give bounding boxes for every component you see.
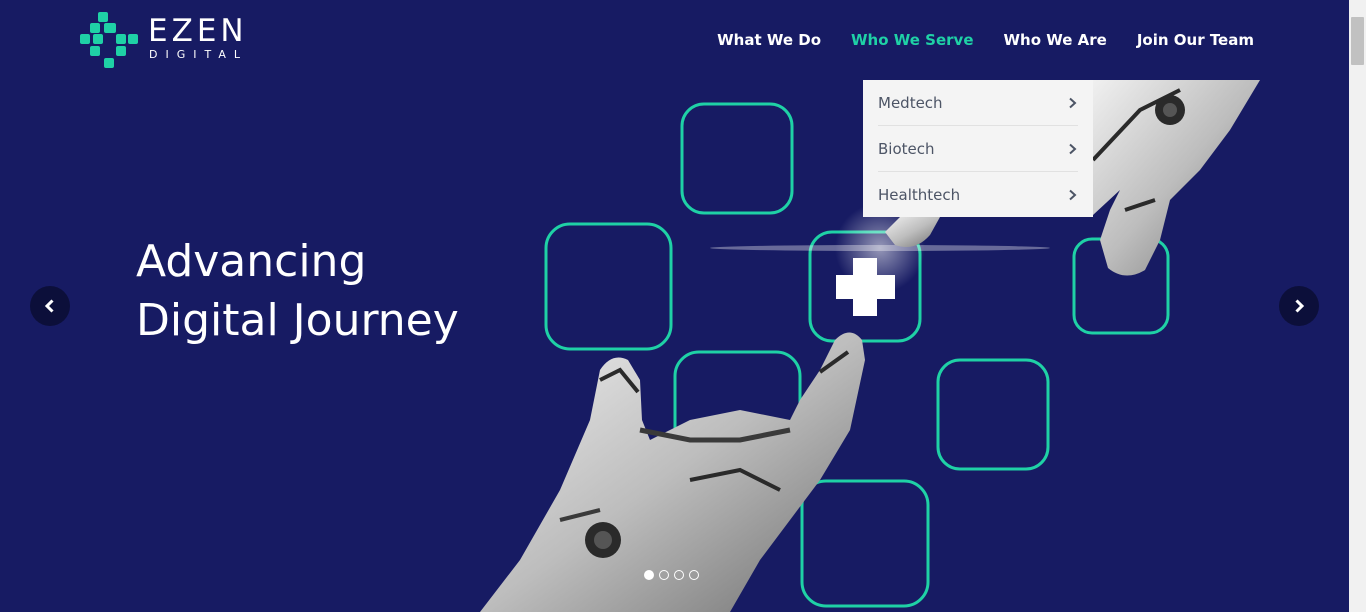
chevron-right-icon xyxy=(1069,143,1077,154)
brand-subtitle: DIGITAL xyxy=(149,48,249,61)
dropdown-item-label: Medtech xyxy=(878,93,943,112)
outline-square xyxy=(673,350,802,469)
carousel-dot[interactable] xyxy=(659,570,669,580)
outline-square xyxy=(544,222,673,351)
main-nav: What We Do Who We Serve Who We Are Join … xyxy=(717,30,1254,50)
carousel-dot[interactable] xyxy=(674,570,684,580)
chevron-right-icon xyxy=(1295,299,1305,313)
medical-cross-icon xyxy=(836,258,895,316)
dropdown-item-healthtech[interactable]: Healthtech xyxy=(878,172,1078,217)
who-we-serve-dropdown: Medtech Biotech Healthtech xyxy=(863,80,1093,217)
outline-square xyxy=(1072,237,1170,335)
hero-title-line-1: Advancing xyxy=(136,236,367,287)
chevron-right-icon xyxy=(1069,97,1077,108)
carousel-indicators xyxy=(644,570,699,580)
dropdown-item-medtech[interactable]: Medtech xyxy=(878,80,1078,126)
outline-square xyxy=(680,102,794,215)
nav-join-our-team[interactable]: Join Our Team xyxy=(1137,30,1254,50)
outline-square xyxy=(808,230,922,343)
outline-square xyxy=(936,358,1050,471)
outline-square xyxy=(800,479,930,608)
logo-mark-icon xyxy=(80,10,140,70)
brand-logo[interactable]: EZEN DIGITAL xyxy=(80,10,260,70)
brand-name: EZEN xyxy=(148,13,248,49)
chevron-right-icon xyxy=(1069,189,1077,200)
page: EZEN DIGITAL What We Do Who We Serve Who… xyxy=(0,0,1349,612)
carousel-next-button[interactable] xyxy=(1279,286,1319,326)
scrollbar-thumb[interactable] xyxy=(1351,17,1364,65)
carousel-prev-button[interactable] xyxy=(30,286,70,326)
nav-who-we-serve[interactable]: Who We Serve xyxy=(851,30,973,50)
hero-title-line-2: Digital Journey xyxy=(136,295,459,346)
dropdown-item-label: Healthtech xyxy=(878,185,961,204)
dropdown-item-label: Biotech xyxy=(878,139,935,158)
nav-who-we-are[interactable]: Who We Are xyxy=(1004,30,1107,50)
chevron-left-icon xyxy=(44,299,54,313)
dropdown-item-biotech[interactable]: Biotech xyxy=(878,126,1078,172)
page-scrollbar[interactable] xyxy=(1349,0,1366,612)
carousel-dot[interactable] xyxy=(689,570,699,580)
carousel-dot[interactable] xyxy=(644,570,654,580)
hero-title: Advancing Digital Journey xyxy=(136,232,556,350)
nav-what-we-do[interactable]: What We Do xyxy=(717,30,821,50)
